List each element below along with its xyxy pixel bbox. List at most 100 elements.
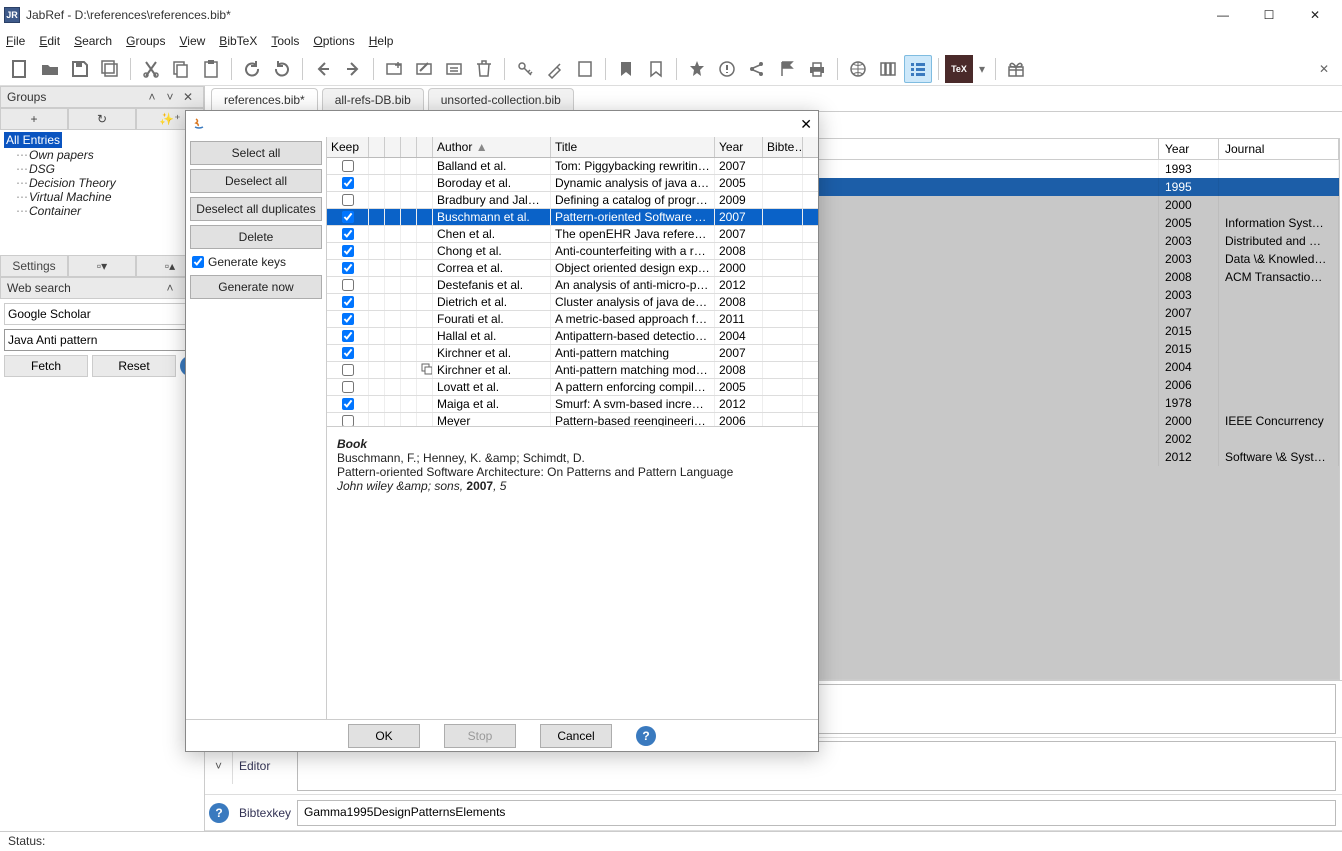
- tree-item[interactable]: Own papers: [16, 148, 200, 162]
- menu-groups[interactable]: Groups: [126, 34, 165, 48]
- tree-item[interactable]: Container: [16, 204, 200, 218]
- ok-button[interactable]: OK: [348, 724, 420, 748]
- menu-options[interactable]: Options: [313, 34, 354, 48]
- star-icon[interactable]: [683, 55, 711, 83]
- import-row[interactable]: Buschmann et al.Pattern-oriented Softwar…: [327, 209, 818, 226]
- tree-item[interactable]: DSG: [16, 162, 200, 176]
- cut-icon[interactable]: [137, 55, 165, 83]
- refresh-groups-button[interactable]: ↻: [68, 108, 136, 130]
- expand-icon[interactable]: ˅: [161, 90, 179, 104]
- edit-strings-icon[interactable]: [440, 55, 468, 83]
- minimize-button[interactable]: —: [1200, 0, 1246, 30]
- col-year[interactable]: Year: [1159, 139, 1219, 159]
- cancel-button[interactable]: Cancel: [540, 724, 612, 748]
- collapse-icon[interactable]: ˄: [143, 90, 161, 104]
- import-row[interactable]: Kirchner et al.Anti-pattern matching2007: [327, 345, 818, 362]
- tree-item[interactable]: Decision Theory: [16, 176, 200, 190]
- menu-search[interactable]: Search: [74, 34, 112, 48]
- save-all-icon[interactable]: [96, 55, 124, 83]
- tab[interactable]: unsorted-collection.bib: [428, 88, 574, 111]
- expand-tree-button[interactable]: ▫▾: [68, 255, 136, 277]
- new-icon[interactable]: [6, 55, 34, 83]
- open-icon[interactable]: [36, 55, 64, 83]
- forward-icon[interactable]: [339, 55, 367, 83]
- import-row[interactable]: Boroday et al.Dynamic analysis of java a…: [327, 175, 818, 192]
- import-row[interactable]: Lovatt et al.A pattern enforcing compile…: [327, 379, 818, 396]
- provider-select[interactable]: Google Scholar: [4, 303, 200, 325]
- help-icon[interactable]: ?: [209, 803, 229, 823]
- copy-icon[interactable]: [167, 55, 195, 83]
- gift-icon[interactable]: [1002, 55, 1030, 83]
- dialog-close-icon[interactable]: ✕: [800, 116, 812, 133]
- tree-item[interactable]: Virtual Machine: [16, 190, 200, 204]
- tree-all-entries[interactable]: All Entries: [4, 132, 62, 148]
- generate-keys-checkbox[interactable]: Generate keys: [190, 253, 322, 271]
- dcol-bibte[interactable]: Bibte…: [763, 137, 803, 157]
- import-row[interactable]: Kirchner et al.Anti-pattern matching mod…: [327, 362, 818, 379]
- tex-icon[interactable]: TeX: [945, 55, 973, 83]
- stop-button[interactable]: Stop: [444, 724, 516, 748]
- toolbar-close-icon[interactable]: ✕: [1312, 55, 1336, 83]
- menu-bibtex[interactable]: BibTeX: [219, 34, 257, 48]
- import-row[interactable]: MeyerPattern-based reengineering o…2006: [327, 413, 818, 426]
- edit-entry-icon[interactable]: [410, 55, 438, 83]
- import-row[interactable]: Hallal et al.Antipattern-based detection…: [327, 328, 818, 345]
- priority-icon[interactable]: [713, 55, 741, 83]
- save-icon[interactable]: [66, 55, 94, 83]
- redo-icon[interactable]: [268, 55, 296, 83]
- import-row[interactable]: Fourati et al.A metric-based approach fo…: [327, 311, 818, 328]
- menu-help[interactable]: Help: [369, 34, 394, 48]
- col-journal[interactable]: Journal: [1219, 139, 1339, 159]
- bibtexkey-value[interactable]: Gamma1995DesignPatternsElements: [297, 800, 1336, 826]
- menu-file[interactable]: File: [6, 34, 25, 48]
- close-window-button[interactable]: ✕: [1292, 0, 1338, 30]
- key-icon[interactable]: [511, 55, 539, 83]
- select-all-button[interactable]: Select all: [190, 141, 322, 165]
- search-input[interactable]: [4, 329, 200, 351]
- help-icon[interactable]: ?: [636, 726, 656, 746]
- list-view-icon[interactable]: [904, 55, 932, 83]
- menu-tools[interactable]: Tools: [271, 34, 299, 48]
- fetch-button[interactable]: Fetch: [4, 355, 88, 377]
- menu-view[interactable]: View: [179, 34, 205, 48]
- bookmark-icon[interactable]: [612, 55, 640, 83]
- print-icon[interactable]: [803, 55, 831, 83]
- add-group-button[interactable]: +: [0, 108, 68, 130]
- deselect-duplicates-button[interactable]: Deselect all duplicates: [190, 197, 322, 221]
- collapse-icon[interactable]: ˄: [161, 281, 179, 295]
- delete-icon[interactable]: [470, 55, 498, 83]
- globe-icon[interactable]: [844, 55, 872, 83]
- tab[interactable]: all-refs-DB.bib: [322, 88, 424, 111]
- undo-icon[interactable]: [238, 55, 266, 83]
- paste-icon[interactable]: [197, 55, 225, 83]
- menu-edit[interactable]: Edit: [39, 34, 60, 48]
- share-icon[interactable]: [743, 55, 771, 83]
- close-panel-icon[interactable]: ✕: [179, 90, 197, 104]
- reset-button[interactable]: Reset: [92, 355, 176, 377]
- deselect-all-button[interactable]: Deselect all: [190, 169, 322, 193]
- new-entry-icon[interactable]: [380, 55, 408, 83]
- editor-down-icon[interactable]: ˅: [205, 748, 233, 784]
- flag-icon[interactable]: [773, 55, 801, 83]
- import-row[interactable]: Balland et al.Tom: Piggybacking rewritin…: [327, 158, 818, 175]
- back-icon[interactable]: [309, 55, 337, 83]
- import-row[interactable]: Chen et al.The openEHR Java reference i……: [327, 226, 818, 243]
- dropdown-icon[interactable]: ▾: [975, 55, 989, 83]
- import-row[interactable]: Bradbury and JalbertDefining a catalog o…: [327, 192, 818, 209]
- delete-button[interactable]: Delete: [190, 225, 322, 249]
- cleanup-icon[interactable]: [541, 55, 569, 83]
- settings-button[interactable]: Settings: [0, 255, 68, 277]
- bookmark-outline-icon[interactable]: [642, 55, 670, 83]
- dcol-year[interactable]: Year: [715, 137, 763, 157]
- library-icon[interactable]: [874, 55, 902, 83]
- import-row[interactable]: Chong et al.Anti-counterfeiting with a r…: [327, 243, 818, 260]
- import-row[interactable]: Correa et al.Object oriented design expe…: [327, 260, 818, 277]
- import-row[interactable]: Maiga et al.Smurf: A svm-based increment…: [327, 396, 818, 413]
- generate-now-button[interactable]: Generate now: [190, 275, 322, 299]
- import-row[interactable]: Destefanis et al.An analysis of anti-mic…: [327, 277, 818, 294]
- maximize-button[interactable]: ☐: [1246, 0, 1292, 30]
- tablet-icon[interactable]: [571, 55, 599, 83]
- dcol-title[interactable]: Title: [551, 137, 715, 157]
- tab[interactable]: references.bib*: [211, 88, 318, 111]
- import-row[interactable]: Dietrich et al.Cluster analysis of java …: [327, 294, 818, 311]
